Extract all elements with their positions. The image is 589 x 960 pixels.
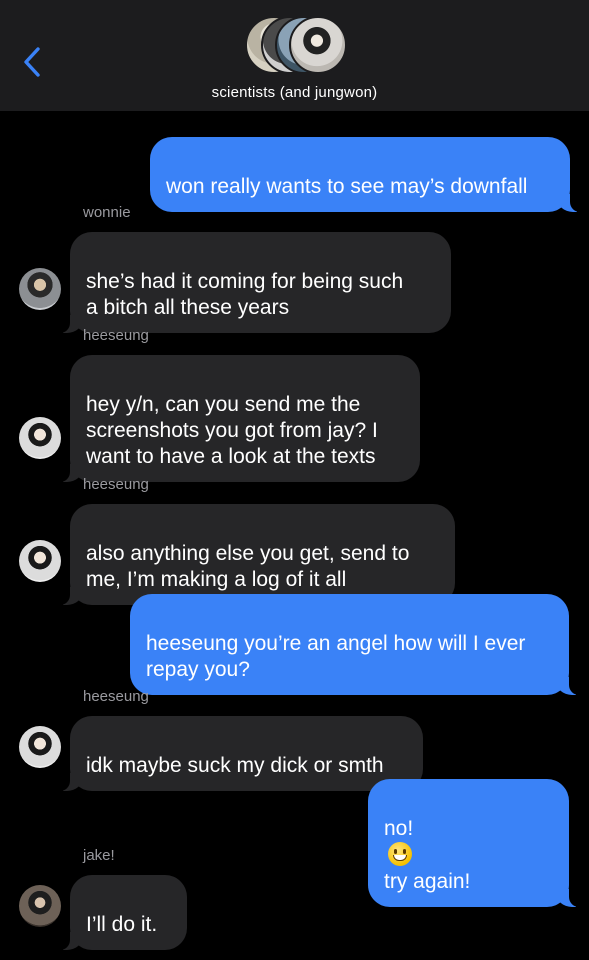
avatar[interactable]: [19, 540, 61, 582]
message-text: idk maybe suck my dick or smth: [86, 754, 384, 777]
outgoing-message-bubble[interactable]: heeseung you’re an angel how will I ever…: [130, 594, 581, 695]
sender-name: jake!: [83, 847, 115, 864]
avatar[interactable]: [19, 268, 61, 310]
avatar[interactable]: [19, 726, 61, 768]
back-button[interactable]: [20, 44, 48, 80]
incoming-message-bubble[interactable]: idk maybe suck my dick or smth: [58, 716, 423, 791]
message-text: try again!: [384, 870, 471, 893]
message-text: I’ll do it.: [86, 913, 158, 936]
outgoing-message-bubble[interactable]: won really wants to see may’s downfall: [150, 137, 582, 212]
group-name[interactable]: scientists (and jungwon): [0, 84, 589, 101]
conversation-header: scientists (and jungwon): [0, 0, 589, 111]
sender-name: wonnie: [83, 204, 131, 221]
message-text: heeseung you’re an angel how will I ever…: [146, 632, 526, 681]
sender-name: heeseung: [83, 476, 149, 493]
incoming-message-bubble[interactable]: I’ll do it.: [58, 875, 187, 950]
outgoing-message-bubble[interactable]: no! try again!: [368, 779, 581, 907]
message-text: she’s had it coming for being such a bit…: [86, 270, 404, 319]
avatar[interactable]: [19, 885, 61, 927]
avatar[interactable]: [19, 417, 61, 459]
incoming-message-bubble[interactable]: she’s had it coming for being such a bit…: [58, 232, 451, 333]
chevron-left-icon: [24, 47, 40, 77]
group-member-avatar: [289, 16, 347, 74]
grinning-face-emoji-icon: [388, 842, 412, 866]
message-text: also anything else you get, send to me, …: [86, 542, 410, 591]
group-avatar-stack[interactable]: [245, 16, 347, 76]
sender-name: heeseung: [83, 688, 149, 705]
message-text: hey y/n, can you send me the screenshots…: [86, 393, 378, 468]
message-text: no!: [384, 817, 414, 840]
sender-name: heeseung: [83, 327, 149, 344]
incoming-message-bubble[interactable]: also anything else you get, send to me, …: [58, 504, 455, 605]
message-text: won really wants to see may’s downfall: [166, 175, 528, 198]
incoming-message-bubble[interactable]: hey y/n, can you send me the screenshots…: [58, 355, 420, 482]
